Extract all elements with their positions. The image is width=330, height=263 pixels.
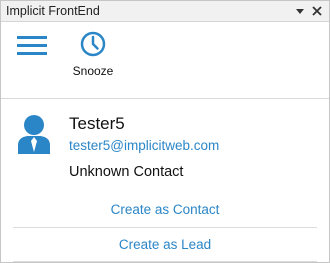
contact-name: Tester5 [69, 114, 125, 133]
close-icon[interactable] [309, 3, 325, 19]
contact-email-link[interactable]: tester5@implicitweb.com [69, 138, 219, 153]
hamburger-menu-icon[interactable] [17, 36, 47, 56]
pane-title: Implicit FrontEnd [6, 4, 100, 18]
triangle-down-icon[interactable] [292, 3, 308, 19]
pane-titlebar: Implicit FrontEnd [1, 1, 329, 22]
toolbar: Snooze [1, 22, 329, 87]
person-icon [16, 114, 52, 154]
clock-icon [80, 31, 106, 57]
toolbar-divider [1, 98, 329, 99]
create-as-contact-link[interactable]: Create as Contact [1, 202, 329, 217]
contact-status: Unknown Contact [69, 164, 184, 180]
action-separator [13, 227, 317, 228]
addin-pane: Implicit FrontEnd Snooze Tester5 tester5… [0, 0, 330, 263]
snooze-button[interactable]: Snooze [67, 31, 119, 83]
create-as-lead-link[interactable]: Create as Lead [1, 237, 329, 252]
action-separator [13, 261, 317, 262]
snooze-label: Snooze [72, 64, 114, 78]
